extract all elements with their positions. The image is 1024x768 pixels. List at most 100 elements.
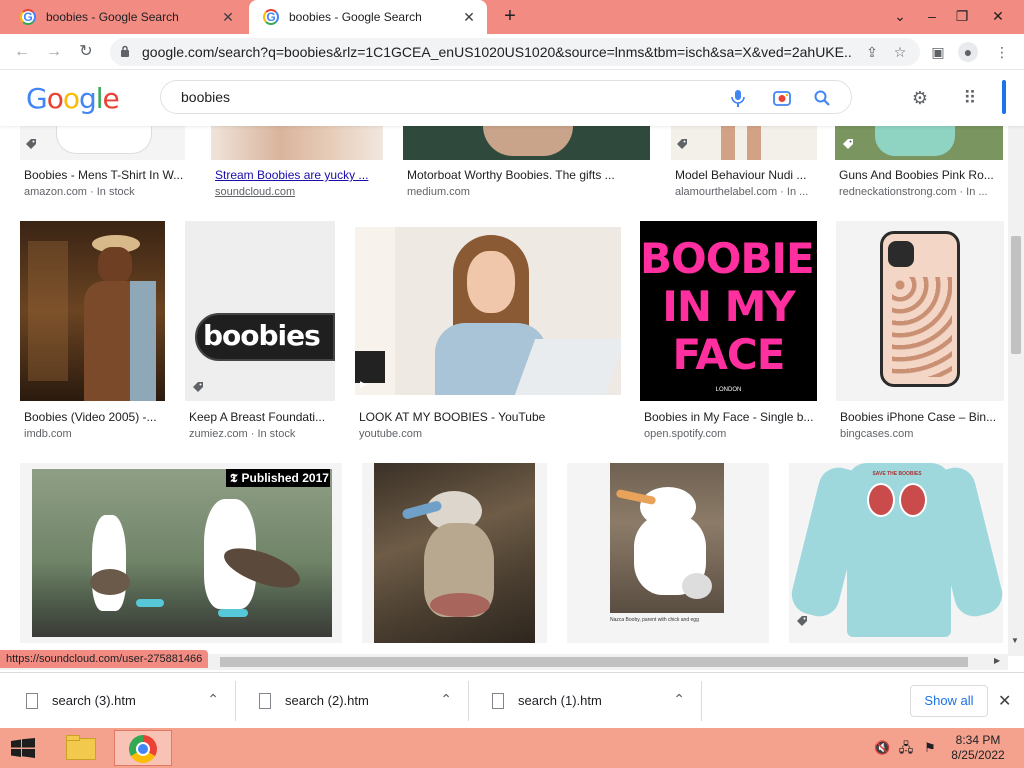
result-card[interactable]: boobies Keep A Breast Foundati... zumiez… [185,221,340,441]
result-title[interactable]: Keep A Breast Foundati... [189,410,334,424]
volume-muted-icon[interactable]: 🔇 [874,740,890,756]
close-icon[interactable]: ✕ [220,9,236,25]
result-title[interactable]: Motorboat Worthy Boobies. The gifts ... [407,168,647,182]
result-thumbnail[interactable]: SAVE THE BOOBIES [789,463,1003,643]
side-panel-icon[interactable]: ▣ [928,42,948,62]
result-card[interactable]: Boobies iPhone Case – Bin... bingcases.c… [836,221,1006,441]
back-icon[interactable]: ← [10,40,34,64]
close-icon[interactable]: ✕ [461,9,477,25]
chrome-icon[interactable] [114,730,172,766]
shirt-print-text: SAVE THE BOOBIES [872,471,922,477]
settings-gear-icon[interactable]: ⚙ [908,86,932,110]
result-thumbnail[interactable] [20,221,165,401]
result-title[interactable]: Boobies iPhone Case – Bin... [840,410,1004,424]
result-thumbnail[interactable]: 𝕿 Published 2017 [20,463,342,643]
address-bar[interactable]: google.com/search?q=boobies&rlz=1C1GCEA_… [110,38,920,66]
apps-grid-icon[interactable]: ⠿ [958,86,982,110]
share-icon[interactable]: ⇪ [862,42,882,62]
result-source: medium.com [407,186,470,198]
vertical-scroll-thumb[interactable] [1011,236,1021,354]
result-title[interactable]: Model Behaviour Nudi ... [675,168,815,182]
lock-icon [121,45,129,57]
result-thumbnail[interactable] [836,221,1004,401]
windows-start-icon[interactable] [10,738,36,758]
result-card[interactable]: 𝕿 Published 2017 [20,463,342,653]
download-item[interactable]: search (1).htm ⌃ [470,681,702,721]
result-card[interactable]: Motorboat Worthy Boobies. The gifts ... … [403,126,653,198]
result-card[interactable]: Guns And Boobies Pink Ro... redneckation… [835,126,1005,198]
result-card[interactable] [362,463,547,653]
url-text[interactable]: google.com/search?q=boobies&rlz=1C1GCEA_… [142,44,852,60]
result-thumbnail[interactable]: BOOBIES IN MY FACE LONDON [640,221,817,401]
restore-icon[interactable]: ❐ [948,4,976,28]
bookmark-star-icon[interactable]: ☆ [890,42,910,62]
result-source: redneckationstrong.com · In ... [839,186,988,198]
action-center-icon[interactable]: ⚑ [922,740,938,756]
reload-icon[interactable]: ↻ [74,40,98,64]
result-card[interactable]: Boobies - Mens T-Shirt In W... amazon.co… [20,126,200,198]
search-input[interactable]: boobies [181,89,230,105]
chevron-up-icon[interactable]: ⌃ [440,691,452,708]
search-icon[interactable] [811,87,833,109]
google-logo[interactable]: Google [26,82,120,115]
system-clock[interactable]: 8:34 PM 8/25/2022 [944,733,1012,763]
result-thumbnail[interactable] [362,463,547,643]
download-filename[interactable]: search (2).htm [285,693,369,708]
result-card[interactable]: BOOBIES IN MY FACE LONDON Boobies in My … [640,221,820,441]
result-title[interactable]: Boobies in My Face - Single b... [644,410,816,424]
result-thumbnail[interactable]: boobies [185,221,335,401]
tab-active[interactable]: G boobies - Google Search ✕ [249,0,487,34]
result-card[interactable]: ▶ LOOK AT MY BOOBIES - YouTube youtube.c… [355,221,625,441]
result-title[interactable]: Stream Boobies are yucky ... [215,168,385,182]
result-card[interactable]: Boobies (Video 2005) -... imdb.com [20,221,170,441]
product-tag-icon [843,139,853,149]
download-filename[interactable]: search (3).htm [52,693,136,708]
download-item[interactable]: search (2).htm ⌃ [237,681,469,721]
result-thumbnail[interactable] [835,126,1003,160]
album-art-line: FACE [672,330,786,379]
menu-kebab-icon[interactable]: ⋮ [992,42,1012,62]
tab-inactive[interactable]: G boobies - Google Search ✕ [6,0,246,34]
network-icon[interactable]: 🖧 [898,740,914,756]
scroll-down-icon[interactable]: ▼ [1011,636,1019,645]
close-downloads-icon[interactable]: ✕ [998,691,1011,711]
horizontal-scroll-thumb[interactable] [220,657,968,667]
result-thumbnail[interactable] [20,126,185,160]
forward-icon[interactable]: → [42,40,66,64]
minimize-icon[interactable]: – [918,4,946,28]
window-close-icon[interactable]: ✕ [984,4,1012,28]
result-card[interactable]: Stream Boobies are yucky ... soundcloud.… [211,126,391,198]
tab-search-chevron-icon[interactable]: ⌄ [886,4,914,28]
search-box[interactable]: boobies [160,80,852,114]
windows-taskbar: 🔇 🖧 ⚑ 8:34 PM 8/25/2022 [0,728,1024,768]
result-thumbnail[interactable] [355,227,621,395]
result-thumbnail[interactable]: Nazca Booby, parent with chick and egg [567,463,769,643]
download-item[interactable]: search (3).htm ⌃ [4,681,236,721]
result-thumbnail[interactable] [671,126,817,160]
chevron-up-icon[interactable]: ⌃ [673,691,685,708]
result-card[interactable]: Model Behaviour Nudi ... alamourthelabel… [671,126,821,198]
camera-lens-icon[interactable] [771,87,793,109]
result-thumbnail[interactable] [403,126,650,160]
show-all-button[interactable]: Show all [910,685,988,717]
vertical-scrollbar[interactable]: ▼ [1008,126,1024,656]
chevron-up-icon[interactable]: ⌃ [207,691,219,708]
result-source: bingcases.com [840,428,914,440]
result-title[interactable]: Boobies (Video 2005) -... [24,410,164,424]
result-title[interactable]: LOOK AT MY BOOBIES - YouTube [359,410,624,424]
result-title[interactable]: Boobies - Mens T-Shirt In W... [24,168,194,182]
scroll-right-icon[interactable]: ▶ [994,656,1000,665]
microphone-icon[interactable] [727,87,749,109]
download-filename[interactable]: search (1).htm [518,693,602,708]
new-tab-icon[interactable]: + [500,6,520,28]
profile-avatar-icon[interactable]: ● [958,42,978,62]
result-card[interactable]: SAVE THE BOOBIES [789,463,1005,653]
file-icon [26,693,38,709]
album-art-small-text: LONDON [715,387,742,393]
tab-title: boobies - Google Search [46,10,179,24]
clock-time: 8:34 PM [955,733,1001,747]
result-card[interactable]: Nazca Booby, parent with chick and egg [567,463,769,653]
result-title[interactable]: Guns And Boobies Pink Ro... [839,168,999,182]
file-explorer-icon[interactable] [58,730,104,766]
result-thumbnail[interactable] [211,126,383,160]
